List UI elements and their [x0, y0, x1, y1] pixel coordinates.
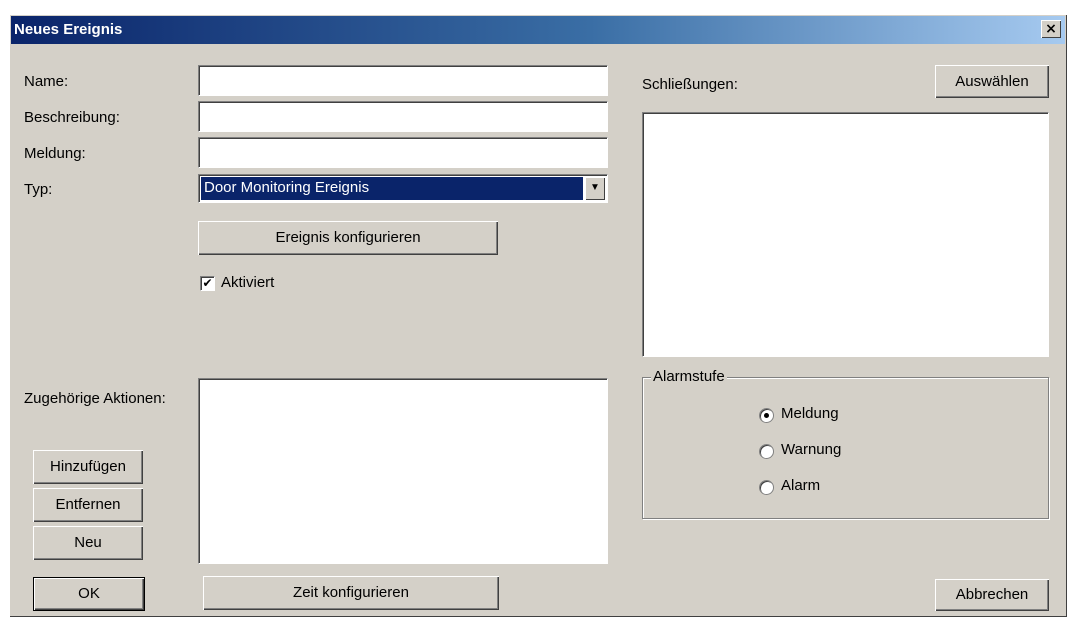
locks-label: Schließungen: [642, 76, 738, 93]
actions-label: Zugehörige Aktionen: [24, 390, 166, 407]
radio-warnung[interactable] [759, 444, 774, 459]
remove-button[interactable]: Entfernen [33, 488, 143, 522]
chevron-down-icon[interactable]: ▼ [585, 177, 605, 200]
radio-meldung-label: Meldung [781, 405, 839, 422]
close-button[interactable]: × [1041, 20, 1061, 38]
add-button[interactable]: Hinzufügen [33, 450, 143, 484]
configure-time-button[interactable]: Zeit konfigurieren [203, 576, 499, 610]
message-label: Meldung: [24, 145, 86, 162]
type-select[interactable]: Door Monitoring Ereignis ▼ [198, 174, 608, 203]
configure-event-button[interactable]: Ereignis konfigurieren [198, 221, 498, 255]
name-input[interactable] [198, 65, 608, 96]
type-select-value: Door Monitoring Ereignis [201, 177, 583, 200]
radio-alarm[interactable] [759, 480, 774, 495]
name-label: Name: [24, 73, 69, 90]
locks-listbox[interactable] [642, 112, 1049, 357]
dialog-window: Neues Ereignis × Name: Beschreibung: Mel… [9, 14, 1067, 617]
checkmark-icon: ✔ [202, 276, 213, 290]
description-input[interactable] [198, 101, 608, 132]
title-bar[interactable]: Neues Ereignis × [11, 16, 1065, 44]
message-input[interactable] [198, 137, 608, 168]
activated-label: Aktiviert [221, 274, 275, 291]
activated-checkbox[interactable]: ✔ [200, 276, 215, 291]
select-locks-button[interactable]: Auswählen [935, 65, 1049, 98]
alarm-level-groupbox: Alarmstufe Meldung Warnung Alarm [642, 368, 1049, 519]
new-button[interactable]: Neu [33, 526, 143, 560]
dialog-title: Neues Ereignis [14, 21, 123, 38]
alarm-level-legend: Alarmstufe [651, 368, 727, 385]
description-label: Beschreibung: [24, 109, 120, 126]
actions-listbox[interactable] [198, 378, 608, 564]
radio-warnung-label: Warnung [781, 441, 842, 458]
radio-alarm-label: Alarm [781, 477, 821, 494]
ok-button[interactable]: OK [33, 577, 145, 611]
radio-meldung[interactable] [759, 408, 774, 423]
type-label: Typ: [24, 181, 53, 198]
cancel-button[interactable]: Abbrechen [935, 579, 1049, 611]
close-icon: × [1045, 21, 1057, 37]
